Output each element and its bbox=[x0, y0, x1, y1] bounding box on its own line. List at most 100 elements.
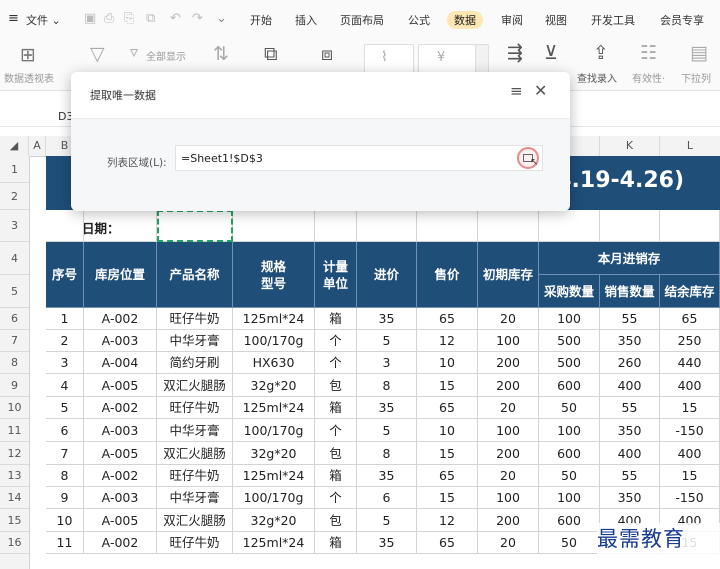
tab-data[interactable]: 数据 bbox=[447, 11, 483, 29]
tab-developer[interactable]: 开发工具 bbox=[591, 12, 635, 28]
cell-purchase-qty[interactable]: 50 bbox=[539, 465, 600, 487]
row-header-10[interactable]: 10 bbox=[0, 397, 29, 419]
cell-sell-price[interactable]: 65 bbox=[417, 465, 478, 487]
cell-product[interactable]: 中华牙膏 bbox=[157, 330, 233, 352]
header-month-group[interactable]: 本月进销存 bbox=[539, 242, 720, 275]
cell-opening-stock[interactable]: 20 bbox=[478, 308, 539, 330]
select-all-corner[interactable]: ◢ bbox=[0, 136, 29, 156]
cell-row3[interactable] bbox=[46, 210, 84, 242]
row-header-3[interactable]: 3 bbox=[0, 210, 29, 242]
header-spec[interactable]: 规格 型号 bbox=[233, 242, 315, 308]
cell-location[interactable]: A-002 bbox=[84, 465, 157, 487]
row-header-14[interactable]: 14 bbox=[0, 487, 29, 509]
cell-seq[interactable]: 7 bbox=[46, 442, 84, 465]
cell-unit[interactable]: 包 bbox=[315, 442, 357, 465]
cell-opening-stock[interactable]: 100 bbox=[478, 330, 539, 352]
header-sales-qty[interactable]: 销售数量 bbox=[600, 275, 660, 308]
cell-opening-stock[interactable]: 100 bbox=[478, 419, 539, 442]
header-unit[interactable]: 计量 单位 bbox=[315, 242, 357, 308]
cell-sales-qty[interactable]: 55 bbox=[600, 397, 660, 419]
cell-buy-price[interactable]: 5 bbox=[357, 509, 417, 532]
cell-location[interactable]: A-002 bbox=[84, 532, 157, 554]
cell-opening-stock[interactable]: 100 bbox=[478, 487, 539, 509]
cell-sell-price[interactable]: 15 bbox=[417, 442, 478, 465]
cell-sales-qty[interactable]: 400 bbox=[600, 374, 660, 397]
filter-icon[interactable]: ▽ bbox=[90, 43, 105, 65]
row-header-7[interactable]: 7 bbox=[0, 330, 29, 352]
cell-product[interactable]: 双汇火腿肠 bbox=[157, 509, 233, 532]
tab-member[interactable]: 会员专享 bbox=[660, 12, 704, 28]
split-column-icon[interactable]: ⇶ bbox=[507, 42, 523, 64]
cell-seq[interactable]: 4 bbox=[46, 374, 84, 397]
header-purchase-qty[interactable]: 采购数量 bbox=[539, 275, 600, 308]
currency-combo[interactable]: ¥ bbox=[418, 44, 476, 74]
cell-seq[interactable]: 6 bbox=[46, 419, 84, 442]
cell-product[interactable]: 旺仔牛奶 bbox=[157, 397, 233, 419]
cell-buy-price[interactable]: 3 bbox=[357, 352, 417, 374]
cell-product[interactable]: 旺仔牛奶 bbox=[157, 532, 233, 554]
cell-row3[interactable] bbox=[600, 210, 660, 242]
cell-seq[interactable]: 3 bbox=[46, 352, 84, 374]
range-picker-button[interactable]: ↖ bbox=[517, 147, 539, 169]
cell-product[interactable]: 双汇火腿肠 bbox=[157, 442, 233, 465]
cell-row3[interactable] bbox=[478, 210, 539, 242]
dropdown-list-label[interactable]: 下拉列 bbox=[681, 70, 711, 85]
cell-product[interactable]: 旺仔牛奶 bbox=[157, 308, 233, 330]
cell-seq[interactable]: 8 bbox=[46, 465, 84, 487]
import-icon[interactable]: ⊻ bbox=[544, 42, 558, 64]
cell-opening-stock[interactable]: 20 bbox=[478, 465, 539, 487]
cell-closing-stock[interactable]: 15 bbox=[660, 397, 720, 419]
cell-product[interactable]: 中华牙膏 bbox=[157, 487, 233, 509]
cell-location[interactable]: A-003 bbox=[84, 330, 157, 352]
cell-location[interactable]: A-003 bbox=[84, 419, 157, 442]
cell-sales-qty[interactable]: 260 bbox=[600, 352, 660, 374]
cell-product[interactable]: 简约牙刷 bbox=[157, 352, 233, 374]
cell-row3[interactable] bbox=[233, 210, 315, 242]
cell-spec[interactable]: 125ml*24 bbox=[233, 397, 315, 419]
compare-icon[interactable]: ⧈ bbox=[321, 43, 333, 65]
cell-spec[interactable]: HX630 bbox=[233, 352, 315, 374]
cell-location[interactable]: A-005 bbox=[84, 374, 157, 397]
cell-purchase-qty[interactable]: 50 bbox=[539, 397, 600, 419]
cell-closing-stock[interactable]: -150 bbox=[660, 487, 720, 509]
header-product[interactable]: 产品名称 bbox=[157, 242, 233, 308]
cell-product[interactable]: 双汇火腿肠 bbox=[157, 374, 233, 397]
find-entry-icon[interactable]: ⇪ bbox=[593, 42, 609, 64]
cell-spec[interactable]: 100/170g bbox=[233, 419, 315, 442]
cell-purchase-qty[interactable]: 100 bbox=[539, 419, 600, 442]
cell-row3[interactable] bbox=[660, 210, 720, 242]
cell-product[interactable]: 中华牙膏 bbox=[157, 419, 233, 442]
cell-unit[interactable]: 箱 bbox=[315, 532, 357, 554]
cell-purchase-qty[interactable]: 500 bbox=[539, 352, 600, 374]
cell-unit[interactable]: 个 bbox=[315, 487, 357, 509]
row-header-15[interactable]: 15 bbox=[0, 509, 29, 532]
row-header-2[interactable]: 2 bbox=[0, 183, 29, 210]
cell-spec[interactable]: 125ml*24 bbox=[233, 532, 315, 554]
cell-product[interactable]: 旺仔牛奶 bbox=[157, 465, 233, 487]
cell-sales-qty[interactable]: 350 bbox=[600, 330, 660, 352]
cell-row3[interactable] bbox=[417, 210, 478, 242]
cell-closing-stock[interactable]: -150 bbox=[660, 419, 720, 442]
cell-buy-price[interactable]: 5 bbox=[357, 419, 417, 442]
cell-unit[interactable]: 个 bbox=[315, 330, 357, 352]
cell-opening-stock[interactable]: 200 bbox=[478, 374, 539, 397]
show-all-icon[interactable]: ▿ bbox=[130, 42, 138, 61]
cell-location[interactable]: A-005 bbox=[84, 509, 157, 532]
pivot-table-icon[interactable]: ⊞ bbox=[20, 44, 36, 66]
cell-sell-price[interactable]: 15 bbox=[417, 374, 478, 397]
header-opening-stock[interactable]: 初期库存 bbox=[478, 242, 539, 308]
tab-formula[interactable]: 公式 bbox=[408, 12, 430, 28]
cell-seq[interactable]: 5 bbox=[46, 397, 84, 419]
cell-buy-price[interactable]: 35 bbox=[357, 397, 417, 419]
cell-closing-stock[interactable]: 15 bbox=[660, 465, 720, 487]
row-header-11[interactable]: 11 bbox=[0, 419, 29, 442]
cell-sales-qty[interactable]: 350 bbox=[600, 487, 660, 509]
header-closing-stock[interactable]: 结余库存 bbox=[660, 275, 720, 308]
cell-row3[interactable] bbox=[315, 210, 357, 242]
cell-closing-stock[interactable]: 400 bbox=[660, 374, 720, 397]
row-header-6[interactable]: 6 bbox=[0, 308, 29, 330]
cell-location[interactable]: A-002 bbox=[84, 308, 157, 330]
cell-spec[interactable]: 32g*20 bbox=[233, 374, 315, 397]
cell-seq[interactable]: 9 bbox=[46, 487, 84, 509]
cell-opening-stock[interactable]: 200 bbox=[478, 442, 539, 465]
